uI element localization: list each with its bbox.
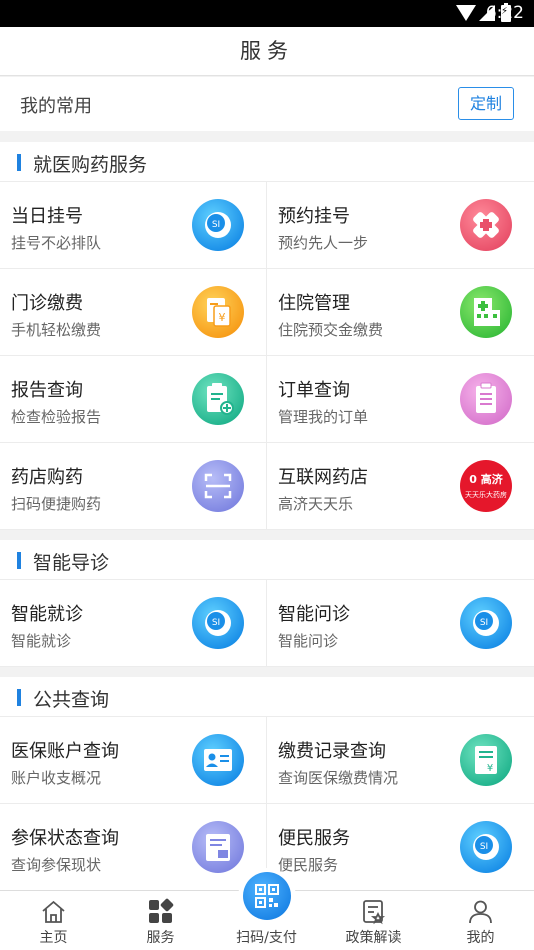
social-security-icon: SI: [192, 597, 244, 649]
service-subtitle: 预约先人一步: [278, 234, 369, 252]
service-subtitle: 账户收支概况: [11, 769, 102, 787]
hospital-cross-icon: [460, 199, 512, 251]
service-title: 订单查询: [278, 380, 350, 401]
service-subtitle: 检查检验报告: [11, 408, 102, 426]
public-query-grid: 医保账户查询 账户收支概况 缴费记录查询 查询医保缴费情况 ¥ 参保状态查询 查…: [0, 717, 534, 891]
grid-apps-icon: [149, 898, 174, 923]
service-subtitle: 智能问诊: [278, 632, 339, 650]
service-subtitle: 智能就诊: [11, 632, 72, 650]
svg-text:¥: ¥: [219, 311, 226, 324]
service-title: 智能问诊: [278, 604, 350, 625]
service-insurance-account-query[interactable]: 医保账户查询 账户收支概况: [0, 717, 267, 804]
service-title: 当日挂号: [11, 206, 83, 227]
service-inpatient-management[interactable]: 住院管理 住院预交金缴费: [267, 269, 534, 356]
svg-text:SI: SI: [212, 220, 220, 230]
service-internet-pharmacy[interactable]: 互联网药店 高济天天乐 0 高济 天天乐大药房: [267, 443, 534, 530]
scan-frame-icon: [192, 460, 244, 512]
title-bar: 服务: [0, 27, 534, 76]
service-smart-consultation[interactable]: 智能问诊 智能问诊 SI: [267, 580, 534, 667]
service-subtitle: 管理我的订单: [278, 408, 369, 426]
policy-doc-icon: [363, 900, 386, 925]
svg-text:SI: SI: [480, 618, 488, 628]
tab-services[interactable]: 服务: [107, 891, 214, 950]
section-accent-bar: [17, 689, 21, 706]
medical-services-grid: 当日挂号 挂号不必排队 SI 预约挂号 预约先人一步 门诊缴费 手机轻松缴费 ¥…: [0, 182, 534, 530]
insurance-doc-icon: [192, 821, 244, 873]
service-title: 缴费记录查询: [278, 741, 386, 762]
svg-text:¥: ¥: [487, 763, 493, 774]
payment-record-icon: ¥: [460, 734, 512, 786]
tab-policy[interactable]: 政策解读: [320, 891, 427, 950]
service-report-query[interactable]: 报告查询 检查检验报告: [0, 356, 267, 443]
pharmacy-logo-icon: 0 高济 天天乐大药房: [460, 460, 512, 512]
service-title: 便民服务: [278, 828, 350, 849]
service-subtitle: 查询医保缴费情况: [278, 769, 399, 787]
tab-label: 我的: [466, 930, 495, 946]
service-payment-record-query[interactable]: 缴费记录查询 查询医保缴费情况 ¥: [267, 717, 534, 804]
inpatient-building-icon: [460, 286, 512, 338]
service-convenience[interactable]: 便民服务 便民服务 SI: [267, 804, 534, 891]
tab-home[interactable]: 主页: [0, 891, 107, 950]
service-subtitle: 挂号不必排队: [11, 234, 102, 252]
service-title: 智能就诊: [11, 604, 83, 625]
social-security-icon: SI: [460, 821, 512, 873]
qr-code-icon: [255, 884, 279, 908]
report-clipboard-icon: [192, 373, 244, 425]
service-insurance-status-query[interactable]: 参保状态查询 查询参保现状: [0, 804, 267, 891]
section-title: 公共查询: [33, 689, 110, 711]
social-security-icon: SI: [192, 199, 244, 251]
section-title: 智能导诊: [33, 552, 110, 574]
section-accent-bar: [17, 154, 21, 171]
user-icon: [469, 900, 492, 924]
tab-label: 扫码/支付: [236, 930, 297, 946]
service-title: 互联网药店: [278, 467, 368, 488]
service-same-day-registration[interactable]: 当日挂号 挂号不必排队 SI: [0, 182, 267, 269]
tab-mine[interactable]: 我的: [427, 891, 534, 950]
service-subtitle: 住院预交金缴费: [278, 321, 384, 339]
scan-pay-button[interactable]: [243, 872, 291, 920]
id-card-icon: [192, 734, 244, 786]
section-header-public-query: 公共查询: [0, 677, 534, 717]
tab-label: 政策解读: [345, 930, 402, 946]
service-appointment-registration[interactable]: 预约挂号 预约先人一步: [267, 182, 534, 269]
svg-text:SI: SI: [212, 618, 220, 628]
service-title: 门诊缴费: [11, 293, 83, 314]
section-title: 就医购药服务: [33, 154, 148, 176]
bill-yen-icon: ¥: [192, 286, 244, 338]
service-outpatient-payment[interactable]: 门诊缴费 手机轻松缴费 ¥: [0, 269, 267, 356]
service-title: 报告查询: [11, 380, 83, 401]
page-title: 服务: [240, 39, 294, 63]
svg-text:SI: SI: [480, 842, 488, 852]
order-clipboard-icon: [460, 373, 512, 425]
status-time: 6:22: [485, 3, 524, 23]
wifi-icon: [456, 5, 476, 21]
service-title: 预约挂号: [278, 206, 350, 227]
section-header-medical: 就医购药服务: [0, 142, 534, 182]
service-order-query[interactable]: 订单查询 管理我的订单: [267, 356, 534, 443]
section-accent-bar: [17, 552, 21, 569]
pharmacy-logo-top-text: 0 高济: [469, 473, 503, 486]
home-icon: [42, 900, 65, 923]
service-subtitle: 高济天天乐: [278, 495, 354, 513]
service-pharmacy-purchase[interactable]: 药店购药 扫码便捷购药: [0, 443, 267, 530]
service-title: 住院管理: [278, 293, 350, 314]
service-smart-visit[interactable]: 智能就诊 智能就诊 SI: [0, 580, 267, 667]
pharmacy-logo-bottom-text: 天天乐大药房: [465, 491, 507, 499]
service-title: 参保状态查询: [11, 828, 119, 849]
tab-label: 服务: [146, 930, 175, 946]
favorites-label: 我的常用: [20, 96, 92, 117]
service-subtitle: 手机轻松缴费: [11, 321, 102, 339]
service-subtitle: 查询参保现状: [11, 856, 102, 874]
smart-guide-grid: 智能就诊 智能就诊 SI 智能问诊 智能问诊 SI: [0, 580, 534, 667]
service-title: 药店购药: [11, 467, 83, 488]
status-bar: 6:22: [0, 0, 534, 27]
social-security-icon: SI: [460, 597, 512, 649]
customize-button[interactable]: 定制: [458, 87, 514, 120]
section-header-smart-guide: 智能导诊: [0, 540, 534, 580]
favorites-row: 我的常用 定制: [0, 77, 534, 131]
tab-label: 主页: [39, 930, 68, 946]
service-title: 医保账户查询: [11, 741, 119, 762]
service-subtitle: 扫码便捷购药: [11, 495, 102, 513]
